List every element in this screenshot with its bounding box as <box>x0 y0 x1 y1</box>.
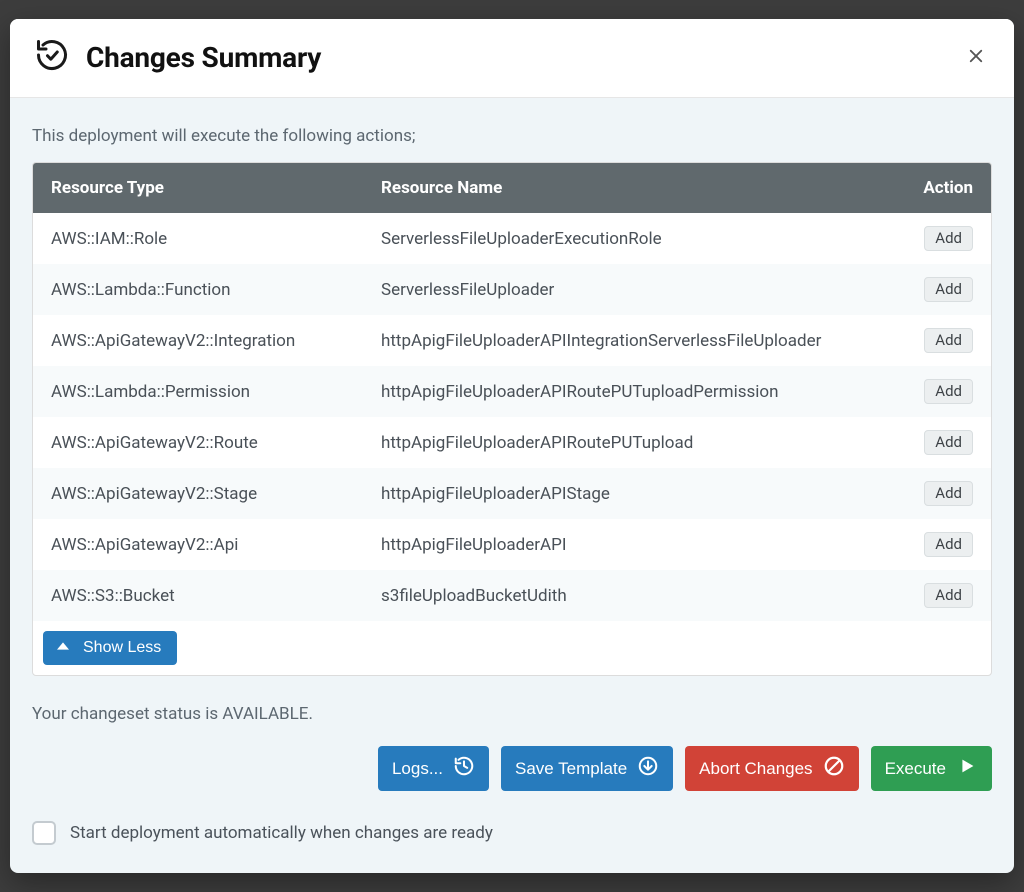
changes-summary-dialog: Changes Summary This deployment will exe… <box>10 19 1014 873</box>
cell-action: Add <box>893 532 973 557</box>
refresh-check-icon <box>34 37 70 77</box>
cell-resource-name: s3fileUploadBucketUdith <box>381 586 893 606</box>
auto-start-label[interactable]: Start deployment automatically when chan… <box>70 823 493 843</box>
cell-action: Add <box>893 481 973 506</box>
cell-action: Add <box>893 379 973 404</box>
cell-resource-type: AWS::ApiGatewayV2::Api <box>51 535 381 555</box>
cell-resource-type: AWS::S3::Bucket <box>51 586 381 606</box>
dialog-body: This deployment will execute the followi… <box>10 98 1014 873</box>
cell-resource-name: ServerlessFileUploader <box>381 280 893 300</box>
cell-resource-name: httpApigFileUploaderAPIStage <box>381 484 893 504</box>
action-badge: Add <box>924 277 973 302</box>
col-header-type: Resource Type <box>51 178 381 198</box>
save-template-label: Save Template <box>515 759 627 779</box>
logs-button[interactable]: Logs... <box>378 746 489 791</box>
execute-label: Execute <box>885 759 946 779</box>
play-icon <box>956 755 978 782</box>
table-row: AWS::IAM::RoleServerlessFileUploaderExec… <box>33 213 991 264</box>
cell-resource-type: AWS::IAM::Role <box>51 229 381 249</box>
table-row: AWS::ApiGatewayV2::IntegrationhttpApigFi… <box>33 315 991 366</box>
table-header-row: Resource Type Resource Name Action <box>33 163 991 213</box>
col-header-action: Action <box>893 178 973 198</box>
action-badge: Add <box>924 532 973 557</box>
cell-action: Add <box>893 430 973 455</box>
table-body: AWS::IAM::RoleServerlessFileUploaderExec… <box>33 213 991 621</box>
cell-action: Add <box>893 226 973 251</box>
col-header-name: Resource Name <box>381 178 893 198</box>
close-icon <box>967 47 985 68</box>
action-badge: Add <box>924 226 973 251</box>
abort-changes-button[interactable]: Abort Changes <box>685 746 858 791</box>
show-less-label: Show Less <box>83 639 161 657</box>
cell-resource-type: AWS::ApiGatewayV2::Integration <box>51 331 381 351</box>
cell-resource-type: AWS::ApiGatewayV2::Route <box>51 433 381 453</box>
cell-resource-type: AWS::Lambda::Function <box>51 280 381 300</box>
cell-resource-name: httpApigFileUploaderAPI <box>381 535 893 555</box>
dialog-header: Changes Summary <box>10 19 1014 98</box>
cell-resource-name: httpApigFileUploaderAPIRoutePUTupload <box>381 433 893 453</box>
table-row: AWS::S3::Buckets3fileUploadBucketUdith Ad… <box>33 570 991 621</box>
action-badge: Add <box>924 583 973 608</box>
intro-text: This deployment will execute the followi… <box>32 126 992 146</box>
execute-button[interactable]: Execute <box>871 746 992 791</box>
auto-start-checkbox[interactable] <box>32 821 56 845</box>
download-circle-icon <box>637 755 659 782</box>
auto-start-row: Start deployment automatically when chan… <box>32 821 992 845</box>
table-row: AWS::ApiGatewayV2::ApihttpApigFileUpload… <box>33 519 991 570</box>
table-footer: Show Less <box>33 621 991 675</box>
status-text: Your changeset status is AVAILABLE. <box>32 704 992 724</box>
cell-action: Add <box>893 328 973 353</box>
show-less-button[interactable]: Show Less <box>43 631 177 665</box>
abort-label: Abort Changes <box>699 759 812 779</box>
action-badge: Add <box>924 481 973 506</box>
action-badge: Add <box>924 328 973 353</box>
cell-resource-type: AWS::Lambda::Permission <box>51 382 381 402</box>
cell-resource-name: httpApigFileUploaderAPIIntegrationServer… <box>381 331 893 351</box>
changes-table: Resource Type Resource Name Action AWS::… <box>32 162 992 676</box>
save-template-button[interactable]: Save Template <box>501 746 673 791</box>
action-badge: Add <box>924 430 973 455</box>
logs-label: Logs... <box>392 759 443 779</box>
cell-action: Add <box>893 277 973 302</box>
table-row: AWS::ApiGatewayV2::RoutehttpApigFileUplo… <box>33 417 991 468</box>
caret-up-icon <box>57 639 69 657</box>
close-button[interactable] <box>962 43 990 71</box>
history-icon <box>453 755 475 782</box>
action-badge: Add <box>924 379 973 404</box>
table-row: AWS::ApiGatewayV2::StagehttpApigFileUplo… <box>33 468 991 519</box>
cell-action: Add <box>893 583 973 608</box>
table-row: AWS::Lambda::FunctionServerlessFileUploa… <box>33 264 991 315</box>
cell-resource-name: ServerlessFileUploaderExecutionRole <box>381 229 893 249</box>
action-bar: Logs... Save Template Abort Changes <box>32 746 992 791</box>
cell-resource-name: httpApigFileUploaderAPIRoutePUTuploadPer… <box>381 382 893 402</box>
cancel-circle-icon <box>823 755 845 782</box>
dialog-title: Changes Summary <box>86 41 321 74</box>
table-row: AWS::Lambda::PermissionhttpApigFileUploa… <box>33 366 991 417</box>
cell-resource-type: AWS::ApiGatewayV2::Stage <box>51 484 381 504</box>
